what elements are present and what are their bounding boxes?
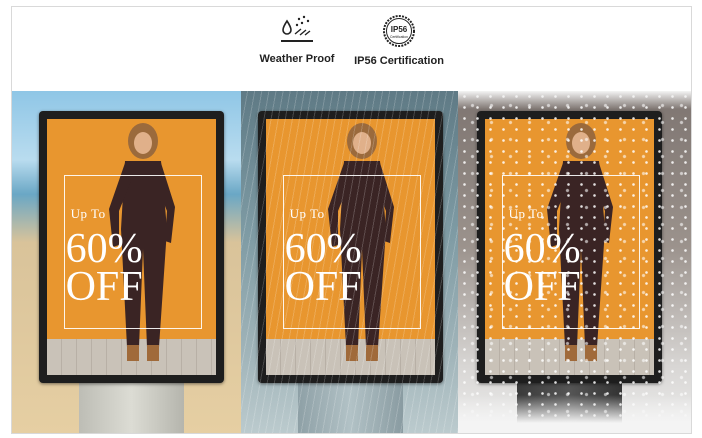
scene-panel-rain: Up To 60% OFF [241, 91, 458, 433]
promo-off: OFF [284, 263, 362, 310]
ip56-badge-text: IP56 [391, 25, 408, 34]
kiosk-stand [79, 375, 184, 433]
kiosk-bezel: Up To 60% OFF [258, 111, 443, 383]
feature-weather-proof: Weather Proof [242, 13, 352, 65]
feature-label-weather-proof: Weather Proof [259, 53, 335, 65]
feature-ip56: IP56 Certification IP56 Certification [344, 13, 454, 67]
kiosk-beach: Up To 60% OFF [39, 111, 224, 433]
kiosk-stand [517, 375, 622, 433]
ip56-badge-icon: IP56 Certification [383, 15, 415, 47]
kiosk-bezel: Up To 60% OFF [39, 111, 224, 383]
promo-up-to: Up To [508, 206, 544, 222]
kiosk-screen: Up To 60% OFF [266, 119, 435, 375]
kiosk-snow: Up To 60% OFF [477, 111, 662, 433]
ip56-badge-subtext: Certification [390, 35, 408, 39]
scene-panel-snow: Up To 60% OFF [458, 91, 691, 433]
kiosk-screen: Up To 60% OFF [485, 119, 654, 375]
promo-off: OFF [503, 263, 581, 310]
kiosk-stand [298, 375, 403, 433]
kiosk-screen: Up To 60% OFF [47, 119, 216, 375]
scene-panel-beach: Up To 60% OFF [12, 91, 241, 433]
promo-off: OFF [65, 263, 143, 310]
kiosk-rain: Up To 60% OFF [258, 111, 443, 433]
product-feature-banner: Weather Proof IP56 Certification IP56 Ce… [11, 6, 692, 434]
promo-up-to: Up To [70, 206, 106, 222]
feature-row: Weather Proof IP56 Certification IP56 Ce… [12, 7, 691, 91]
weather-proof-icon [281, 15, 313, 42]
kiosk-bezel: Up To 60% OFF [477, 111, 662, 383]
promo-up-to: Up To [289, 206, 325, 222]
feature-label-ip56: IP56 Certification [354, 55, 444, 67]
